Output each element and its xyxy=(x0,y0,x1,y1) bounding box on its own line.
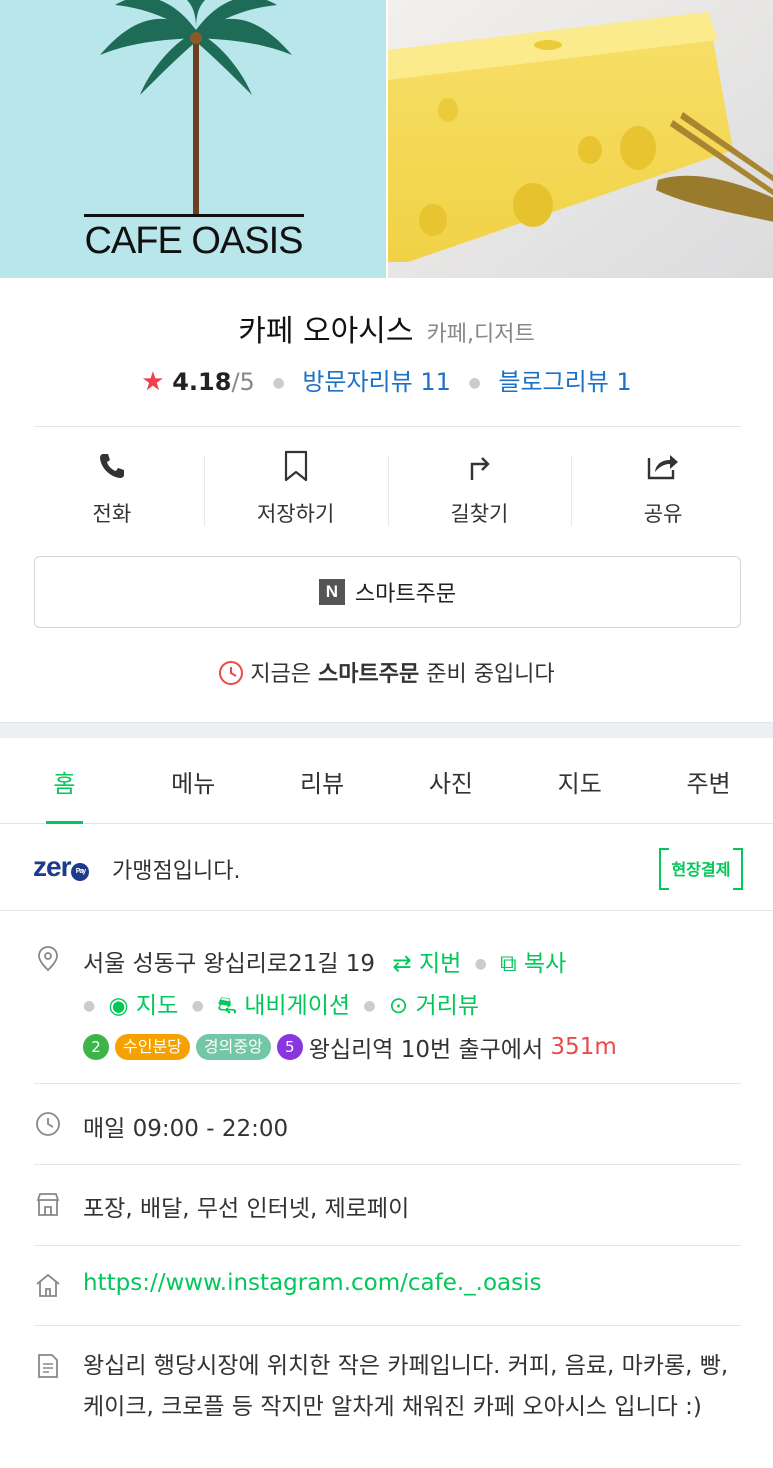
smart-order-notice: 지금은 스마트주문 준비 중입니다 xyxy=(0,656,773,688)
copy-label: 복사 xyxy=(523,951,567,977)
cheese-photo[interactable] xyxy=(388,0,773,278)
navigation-label: 내비게이션 xyxy=(244,993,351,1019)
lot-label: 지번 xyxy=(418,951,462,977)
subway-info: 2 수인분당 경의중앙 5 왕십리역 10번 출구에서 351m xyxy=(83,1030,617,1064)
zeropay-logo-text: zer xyxy=(33,851,71,882)
bookmark-icon xyxy=(284,450,307,482)
visitor-reviews-link[interactable]: 방문자리뷰 11 xyxy=(302,368,451,396)
subway-line-2-badge: 2 xyxy=(83,1034,109,1060)
copy-icon: ⧉ xyxy=(500,951,517,977)
distance: 351m xyxy=(550,1034,617,1060)
separator-dot: ● xyxy=(272,375,285,391)
separator-dot: ● xyxy=(363,998,376,1014)
website-link[interactable]: https://www.instagram.com/cafe._.oasis xyxy=(83,1270,542,1296)
directions-icon xyxy=(471,457,491,480)
notice-bold: 스마트주문 xyxy=(318,662,420,687)
hero-images[interactable]: CAFE OASIS xyxy=(0,0,773,278)
blog-reviews-link[interactable]: 블로그리뷰 1 xyxy=(498,368,631,396)
street-view-label: 거리뷰 xyxy=(415,993,479,1019)
store-icon xyxy=(36,1193,60,1216)
divider xyxy=(34,1164,741,1165)
station-name: 왕십리역 xyxy=(308,1037,394,1063)
address-line: 서울 성동구 왕십리로21길 19 ⇄ 지번 ● ⧉ 복사 xyxy=(83,944,566,978)
clock-icon xyxy=(219,661,244,685)
car-icon: ⛐ xyxy=(217,993,237,1019)
document-icon xyxy=(38,1354,58,1378)
separator-dot: ● xyxy=(474,956,487,972)
amenities: 포장, 배달, 무선 인터넷, 제로페이 xyxy=(83,1196,410,1222)
map-label: 지도 xyxy=(135,993,179,1019)
street-view-link[interactable]: ⊙ 거리뷰 xyxy=(389,993,479,1019)
tab-reviews[interactable]: 리뷰 xyxy=(258,738,387,823)
clock-icon xyxy=(36,1112,60,1136)
cafe-logo-text: CAFE OASIS xyxy=(84,220,303,262)
home-icon xyxy=(36,1273,60,1297)
lot-address-toggle[interactable]: ⇄ 지번 xyxy=(392,951,461,977)
place-description: 왕십리 행당시장에 위치한 작은 카페입니다. 커피, 음료, 마카롱, 빵, … xyxy=(83,1353,729,1420)
tab-home[interactable]: 홈 xyxy=(0,738,129,824)
onsite-payment-badge[interactable]: 현장결제 xyxy=(659,848,743,890)
save-button[interactable]: 저장하기 xyxy=(203,448,388,538)
rating-max: /5 xyxy=(231,368,255,396)
phone-icon xyxy=(99,454,124,478)
star-icon: ★ xyxy=(141,367,165,397)
map-link[interactable]: ◉ 지도 xyxy=(109,993,179,1019)
tab-nearby[interactable]: 주변 xyxy=(644,738,773,823)
business-hours[interactable]: 매일 09:00 - 22:00 xyxy=(83,1109,288,1143)
rating-row: ★ 4.18/5 ● 방문자리뷰 11 ● 블로그리뷰 1 xyxy=(0,362,773,397)
divider xyxy=(34,1245,741,1246)
place-name: 카페 오아시스 xyxy=(238,314,414,349)
zeropay-row: zer Pay 가맹점입니다. 현장결제 xyxy=(0,825,773,911)
location-pin-icon xyxy=(38,946,58,972)
directions-label: 길찾기 xyxy=(450,502,509,526)
zeropay-text: 가맹점입니다. xyxy=(112,859,241,884)
divider xyxy=(34,1325,741,1326)
cafe-logo-image[interactable]: CAFE OASIS xyxy=(0,0,386,278)
zeropay-pay-badge: Pay xyxy=(71,863,90,881)
call-button[interactable]: 전화 xyxy=(20,448,204,538)
smart-order-label: 스마트주문 xyxy=(354,582,457,607)
address-actions: ● ◉ 지도 ● ⛐ 내비게이션 ● ⊙ 거리뷰 xyxy=(83,986,479,1022)
rating-value: 4.18 xyxy=(172,368,232,396)
save-label: 저장하기 xyxy=(256,502,335,526)
suin-bundang-line-badge: 수인분당 xyxy=(115,1034,190,1060)
share-button[interactable]: 공유 xyxy=(571,448,755,538)
street-view-icon: ⊙ xyxy=(388,993,409,1019)
share-icon xyxy=(647,455,679,480)
exit-text: 10번 출구에서 xyxy=(393,1037,551,1063)
map-pin-icon: ◉ xyxy=(108,993,129,1019)
gyeongui-jungang-line-badge: 경의중앙 xyxy=(195,1034,271,1060)
tab-map[interactable]: 지도 xyxy=(515,738,644,823)
notice-prefix: 지금은 xyxy=(250,662,319,687)
place-title-row: 카페 오아시스 카페,디저트 xyxy=(0,306,773,350)
action-bar: 전화 저장하기 길찾기 공유 xyxy=(20,448,755,538)
smart-order-button[interactable]: N 스마트주문 xyxy=(34,556,741,628)
notice-suffix: 준비 중입니다 xyxy=(419,662,555,687)
tab-bar: 홈 메뉴 리뷰 사진 지도 주변 xyxy=(0,738,773,824)
divider xyxy=(34,1083,741,1084)
separator-dot: ● xyxy=(83,998,96,1014)
directions-button[interactable]: 길찾기 xyxy=(387,448,572,538)
navigation-link[interactable]: ⛐ 내비게이션 xyxy=(217,993,350,1019)
call-label: 전화 xyxy=(92,502,132,526)
naver-n-icon: N xyxy=(318,579,345,605)
subway-line-5-badge: 5 xyxy=(276,1034,303,1060)
divider xyxy=(34,426,741,427)
separator-dot: ● xyxy=(191,998,204,1014)
cheese-illustration xyxy=(388,0,773,278)
separator-dot: ● xyxy=(468,375,481,391)
copy-address-button[interactable]: ⧉ 복사 xyxy=(500,951,566,977)
place-category: 카페,디저트 xyxy=(426,322,535,347)
address-text: 서울 성동구 왕십리로21길 19 xyxy=(83,951,376,977)
tab-photos[interactable]: 사진 xyxy=(386,738,515,823)
swap-icon: ⇄ xyxy=(392,951,412,977)
zeropay-logo: zer Pay xyxy=(33,851,90,883)
share-label: 공유 xyxy=(643,502,683,526)
tab-menu[interactable]: 메뉴 xyxy=(129,738,258,823)
section-separator xyxy=(0,722,773,738)
